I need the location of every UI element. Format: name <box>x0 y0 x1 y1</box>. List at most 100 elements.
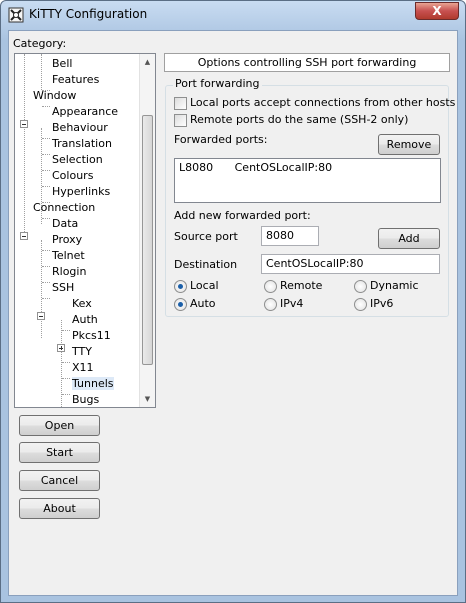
tree-item-label: Bugs <box>72 393 100 406</box>
tree-item-label: Bell <box>52 57 73 70</box>
tree-item-bugs[interactable]: Bugs <box>72 392 100 407</box>
tree-item-features[interactable]: Features <box>52 72 99 88</box>
auto-radio-label[interactable]: Auto <box>190 297 216 310</box>
dynamic-radio[interactable] <box>354 280 367 293</box>
tree-item-label: Auth <box>72 313 98 326</box>
local-radio-label[interactable]: Local <box>190 279 219 292</box>
tree-item-label: Tunnels <box>72 377 114 390</box>
auto-radio[interactable] <box>174 298 187 311</box>
remove-button[interactable]: Remove <box>378 134 440 155</box>
open-button-label: Open <box>44 419 75 432</box>
add-new-port-label: Add new forwarded port: <box>174 209 311 222</box>
tree-item-appearance[interactable]: Appearance <box>52 104 118 120</box>
tree-item-connection[interactable]: Connection <box>33 200 95 216</box>
destination-input[interactable]: CentOSLocalIP:80 <box>261 254 440 274</box>
remote-ports-label[interactable]: Remote ports do the same (SSH-2 only) <box>190 113 408 126</box>
tree-item-translation[interactable]: Translation <box>52 136 112 152</box>
tree-item-label: Window <box>33 89 77 102</box>
tree-item-telnet[interactable]: Telnet <box>52 248 85 264</box>
ipv6-radio[interactable] <box>354 298 367 311</box>
tree-guide-connection <box>41 240 42 338</box>
tree-item-x11[interactable]: X11 <box>72 360 94 376</box>
start-button[interactable]: Start <box>19 442 100 463</box>
local-radio[interactable] <box>174 280 187 293</box>
title-bar[interactable]: KiTTY Configuration X <box>1 1 465 29</box>
tree-item-tunnels[interactable]: Tunnels <box>72 376 114 392</box>
local-ports-label[interactable]: Local ports accept connections from othe… <box>190 96 455 109</box>
tree-item-label: TTY <box>72 345 92 358</box>
ipv4-radio[interactable] <box>264 298 277 311</box>
close-button[interactable]: X <box>415 2 459 20</box>
add-button[interactable]: Add <box>378 228 440 249</box>
remote-ports-checkbox[interactable] <box>174 114 187 127</box>
kitty-config-window: KiTTY Configuration X Category: Bell Fea… <box>0 0 466 603</box>
tree-item-auth[interactable]: Auth <box>72 312 98 328</box>
window-collapse-icon[interactable] <box>20 120 28 128</box>
cancel-button-label: Cancel <box>40 474 79 487</box>
tree-item-bell[interactable]: Bell <box>52 56 72 72</box>
tree-item-window[interactable]: Window <box>33 88 76 104</box>
tree-connector <box>42 186 50 187</box>
tree-connector <box>42 138 50 139</box>
local-ports-checkbox[interactable] <box>174 97 187 110</box>
kitty-app-icon <box>8 7 24 23</box>
scroll-thumb[interactable] <box>142 115 153 365</box>
tree-connector <box>42 218 50 219</box>
tree-item-rlogin[interactable]: Rlogin <box>52 264 86 280</box>
source-port-input[interactable]: 8080 <box>261 226 319 246</box>
list-item[interactable]: L8080 CentOSLocalIP:80 <box>179 161 332 175</box>
tree-item-label: Telnet <box>52 249 85 262</box>
tree-item-colours[interactable]: Colours <box>52 168 93 184</box>
destination-label: Destination <box>174 258 238 271</box>
about-button[interactable]: About <box>19 498 100 519</box>
tree-connector <box>42 250 50 251</box>
tree-connector <box>62 378 70 379</box>
forwarded-ports-label: Forwarded ports: <box>174 133 268 146</box>
tree-connector <box>42 154 50 155</box>
scroll-up-arrow-icon[interactable]: ▲ <box>140 54 155 70</box>
tree-connector <box>42 298 50 299</box>
tree-item-label: Rlogin <box>52 265 87 278</box>
tree-item-behaviour[interactable]: Behaviour <box>52 120 108 136</box>
tree-item-label: Features <box>52 73 100 86</box>
tree-guide-terminal <box>41 54 42 90</box>
tree-item-label: Pkcs11 <box>72 329 111 342</box>
ssh-collapse-icon[interactable] <box>37 312 45 320</box>
add-button-label: Add <box>398 232 420 245</box>
tree-item-label: Appearance <box>52 105 119 118</box>
ipv6-radio-label[interactable]: IPv6 <box>370 297 393 310</box>
tree-guide-root <box>24 54 25 240</box>
tree-item-label: Proxy <box>52 233 83 246</box>
tree-scrollbar[interactable]: ▲ ▼ <box>139 54 155 407</box>
tree-item-label: Colours <box>52 169 94 182</box>
scroll-down-arrow-icon[interactable]: ▼ <box>140 391 155 407</box>
remote-radio[interactable] <box>264 280 277 293</box>
tree-item-label: Hyperlinks <box>52 185 111 198</box>
category-label: Category: <box>13 37 67 50</box>
connection-collapse-icon[interactable] <box>20 232 28 240</box>
forwarded-ports-list[interactable]: L8080 CentOSLocalIP:80 <box>174 158 441 203</box>
tree-item-kex[interactable]: Kex <box>72 296 92 312</box>
tree-item-label: Connection <box>33 201 96 214</box>
remove-button-label: Remove <box>386 138 432 151</box>
tree-connector <box>62 394 70 395</box>
tree-item-selection[interactable]: Selection <box>52 152 103 168</box>
remote-radio-label[interactable]: Remote <box>280 279 322 292</box>
tree-connector <box>42 170 50 171</box>
dynamic-radio-label[interactable]: Dynamic <box>370 279 419 292</box>
open-button[interactable]: Open <box>19 415 100 436</box>
tree-item-tty[interactable]: TTY <box>72 344 92 360</box>
tree-item-hyperlinks[interactable]: Hyperlinks <box>52 184 110 200</box>
tree-item-ssh[interactable]: SSH <box>52 280 74 296</box>
cancel-button[interactable]: Cancel <box>19 470 100 491</box>
close-icon: X <box>432 4 442 18</box>
tree-connector <box>42 106 50 107</box>
tree-item-label: Data <box>52 217 79 230</box>
ipv4-radio-label[interactable]: IPv4 <box>280 297 303 310</box>
tree-item-proxy[interactable]: Proxy <box>52 232 82 248</box>
auth-expand-icon[interactable] <box>57 344 65 352</box>
category-tree[interactable]: Bell Features Window Appearance Behaviou… <box>14 53 156 408</box>
tree-item-pkcs11[interactable]: Pkcs11 <box>72 328 111 344</box>
port-forwarding-title: Port forwarding <box>173 77 262 90</box>
tree-item-data[interactable]: Data <box>52 216 78 232</box>
